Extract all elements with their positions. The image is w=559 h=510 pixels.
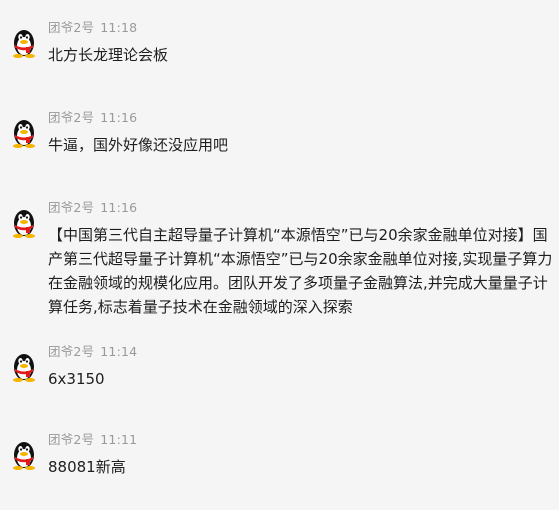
message-meta: 团爷2号 11:14 xyxy=(48,341,137,360)
message-feed: 团爷2号 11:18 北方长龙理论会板 团爷2号 11:16 牛逼，国外好像还没应用… xyxy=(0,0,559,510)
message-time: 11:16 xyxy=(100,110,138,125)
message-time: 11:16 xyxy=(100,200,138,215)
message-meta: 团爷2号 11:11 xyxy=(48,429,137,448)
qq-penguin-icon[interactable] xyxy=(10,118,38,148)
qq-penguin-icon[interactable] xyxy=(10,352,38,382)
message-text: 88081新高 xyxy=(48,458,126,476)
sender-name[interactable]: 团爷2号 xyxy=(48,432,94,447)
qq-penguin-icon[interactable] xyxy=(10,208,38,238)
sender-name[interactable]: 团爷2号 xyxy=(48,344,94,359)
message-text: 北方长龙理论会板 xyxy=(48,46,169,64)
message-text: 【中国第三代自主超导量子计算机“本源悟空”已与20余家金融单位对接】国产第三代超… xyxy=(48,226,553,316)
message-text: 6x3150 xyxy=(48,370,105,388)
qq-penguin-icon[interactable] xyxy=(10,440,38,470)
qq-penguin-icon[interactable] xyxy=(10,28,38,58)
sender-name[interactable]: 团爷2号 xyxy=(48,20,94,35)
message-meta: 团爷2号 11:16 xyxy=(48,197,137,216)
sender-name[interactable]: 团爷2号 xyxy=(48,110,94,125)
message-text: 牛逼，国外好像还没应用吧 xyxy=(48,136,229,154)
message-meta: 团爷2号 11:16 xyxy=(48,107,137,126)
message-time: 11:14 xyxy=(100,344,138,359)
sender-name[interactable]: 团爷2号 xyxy=(48,200,94,215)
message-meta: 团爷2号 11:18 xyxy=(48,17,137,36)
message-time: 11:11 xyxy=(100,432,138,447)
message-time: 11:18 xyxy=(100,20,138,35)
